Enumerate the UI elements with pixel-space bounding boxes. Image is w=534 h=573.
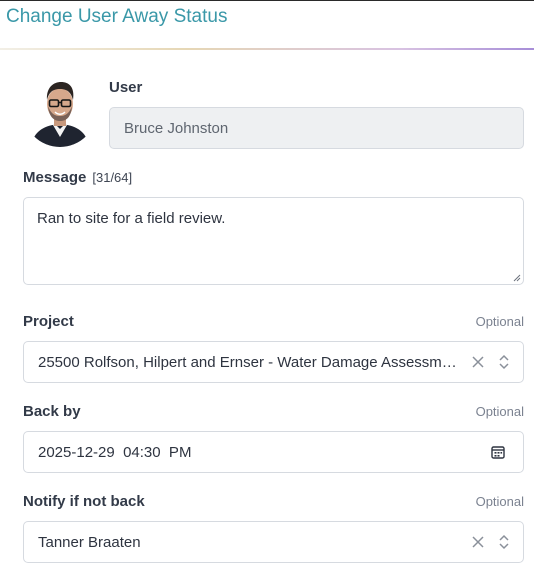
chevron-updown-icon[interactable]	[495, 353, 513, 371]
message-textarea[interactable]: Ran to site for a field review.	[23, 197, 524, 285]
project-select[interactable]: 25500 Rolfson, Hilpert and Ernser - Wate…	[23, 341, 524, 383]
notify-value: Tanner Braaten	[38, 533, 141, 551]
chevron-updown-icon[interactable]	[495, 533, 513, 551]
back-by-optional-hint: Optional	[475, 404, 524, 419]
project-label: Project	[23, 313, 74, 330]
user-name-value: Bruce Johnston	[124, 119, 229, 137]
close-icon[interactable]	[469, 353, 487, 371]
back-by-datetime-input[interactable]: 2025-12-29 04:30 PM	[23, 431, 524, 473]
back-by-label: Back by	[23, 403, 81, 420]
back-by-value: 2025-12-29 04:30 PM	[38, 443, 192, 461]
user-avatar	[23, 73, 97, 147]
calendar-icon[interactable]	[489, 443, 507, 461]
notify-select[interactable]: Tanner Braaten	[23, 521, 524, 563]
resize-handle-icon[interactable]	[513, 274, 521, 282]
close-icon[interactable]	[469, 533, 487, 551]
user-field: Bruce Johnston	[109, 107, 524, 149]
title-divider	[0, 48, 534, 50]
project-value: 25500 Rolfson, Hilpert and Ernser - Wate…	[38, 353, 463, 371]
message-label-row: Message [31/64]	[23, 169, 132, 186]
dialog-title: Change User Away Status	[6, 6, 228, 27]
notify-optional-hint: Optional	[475, 494, 524, 509]
user-label: User	[109, 79, 143, 96]
notify-label: Notify if not back	[23, 493, 145, 510]
message-char-counter: [31/64]	[92, 170, 133, 185]
project-optional-hint: Optional	[475, 314, 524, 329]
message-value: Ran to site for a field review.	[37, 210, 226, 227]
window-top-border	[0, 0, 534, 1]
message-label: Message	[23, 169, 87, 186]
